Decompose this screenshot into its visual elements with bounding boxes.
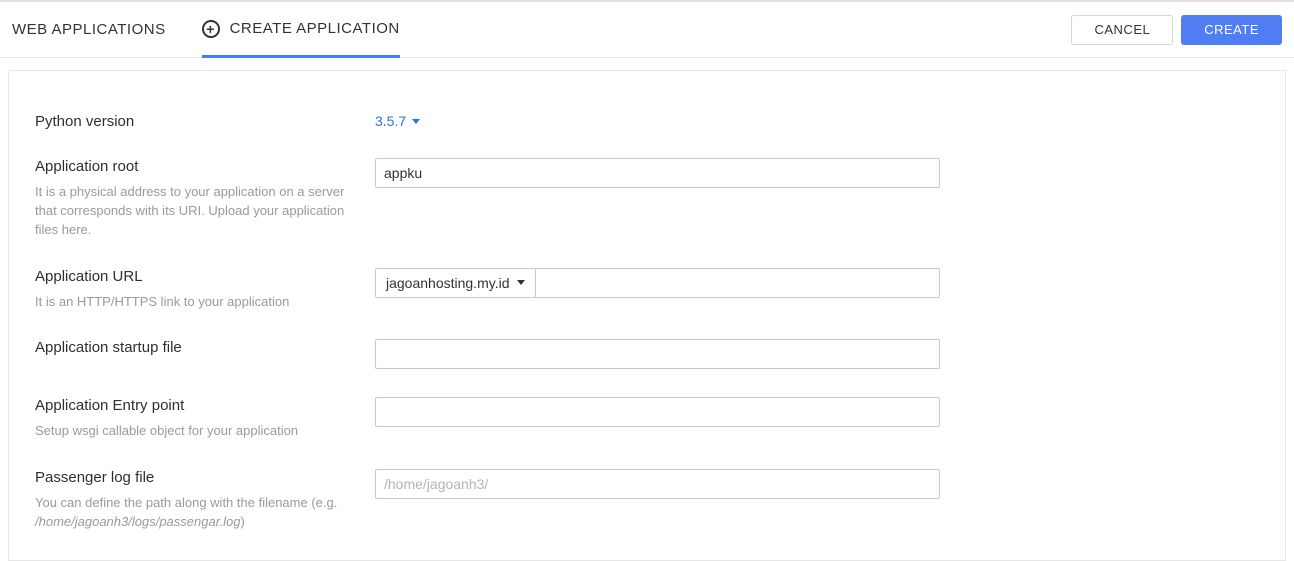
help-text: You can define the path along with the f… <box>35 495 337 510</box>
help-text: ) <box>241 514 245 529</box>
help-application-url: It is an HTTP/HTTPS link to your applica… <box>35 293 351 312</box>
label-startup-file: Application startup file <box>35 339 351 356</box>
row-passenger-log: Passenger log file You can define the pa… <box>35 469 1259 532</box>
application-url-path-input[interactable] <box>535 268 940 298</box>
application-root-input[interactable] <box>375 158 940 188</box>
tab-label: WEB APPLICATIONS <box>12 21 166 38</box>
tab-web-applications[interactable]: WEB APPLICATIONS <box>12 2 166 57</box>
label-passenger-log: Passenger log file <box>35 469 351 486</box>
row-python-version: Python version 3.5.7 <box>35 113 1259 130</box>
cancel-button[interactable]: CANCEL <box>1071 15 1173 45</box>
row-application-root: Application root It is a physical addres… <box>35 158 1259 240</box>
tab-create-application[interactable]: + CREATE APPLICATION <box>202 3 400 58</box>
startup-file-input[interactable] <box>375 339 940 369</box>
application-url-domain-select[interactable]: jagoanhosting.my.id <box>375 268 535 298</box>
row-application-url: Application URL It is an HTTP/HTTPS link… <box>35 268 1259 312</box>
label-application-root: Application root <box>35 158 351 175</box>
label-python-version: Python version <box>35 113 351 130</box>
entry-point-input[interactable] <box>375 397 940 427</box>
top-bar: WEB APPLICATIONS + CREATE APPLICATION CA… <box>0 0 1294 58</box>
plus-circle-icon: + <box>202 20 220 38</box>
help-application-root: It is a physical address to your applica… <box>35 183 351 240</box>
row-entry-point: Application Entry point Setup wsgi calla… <box>35 397 1259 441</box>
tab-label: CREATE APPLICATION <box>230 20 400 37</box>
caret-down-icon <box>517 280 525 285</box>
label-application-url: Application URL <box>35 268 351 285</box>
help-entry-point: Setup wsgi callable object for your appl… <box>35 422 351 441</box>
domain-value: jagoanhosting.my.id <box>386 275 509 291</box>
help-example: /home/jagoanh3/logs/passengar.log <box>35 514 241 529</box>
python-version-value: 3.5.7 <box>375 113 406 129</box>
create-button[interactable]: CREATE <box>1181 15 1282 45</box>
help-passenger-log: You can define the path along with the f… <box>35 494 351 532</box>
header-actions: CANCEL CREATE <box>1071 15 1282 45</box>
python-version-dropdown[interactable]: 3.5.7 <box>375 113 420 129</box>
form-panel: Python version 3.5.7 Application root It… <box>8 70 1286 561</box>
row-startup-file: Application startup file <box>35 339 1259 369</box>
tabs: WEB APPLICATIONS + CREATE APPLICATION <box>12 2 400 57</box>
caret-down-icon <box>412 119 420 124</box>
label-entry-point: Application Entry point <box>35 397 351 414</box>
application-url-group: jagoanhosting.my.id <box>375 268 940 298</box>
passenger-log-input[interactable] <box>375 469 940 499</box>
